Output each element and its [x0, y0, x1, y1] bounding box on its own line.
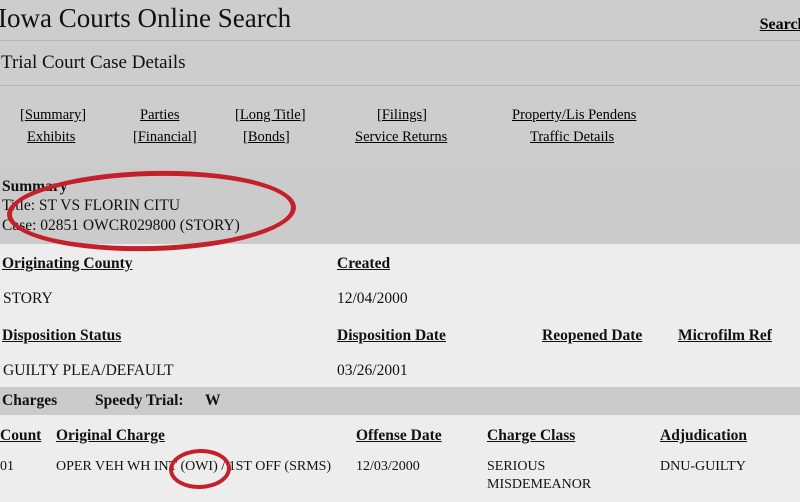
microfilm-ref-header: Microfilm Ref: [678, 327, 772, 344]
site-title: Iowa Courts Online Search: [0, 3, 292, 33]
cell-offense-date: 12/03/2000: [356, 459, 420, 474]
cell-original-charge: OPER VEH WH INT (OWI) / 1ST OFF (SRMS): [56, 459, 332, 474]
speedy-trial-value: W: [205, 392, 221, 409]
charges-table: Count Original Charge Offense Date Charg…: [0, 415, 800, 502]
originating-county-header: Originating County: [2, 255, 133, 272]
nav-item-bonds[interactable]: [Bonds]: [243, 127, 290, 147]
nav-item-parties[interactable]: Parties: [140, 105, 179, 125]
site-header: Iowa Courts Online Search Search R: [0, 0, 800, 41]
case-details-page: Iowa Courts Online Search Search R Trial…: [0, 0, 800, 502]
col-header-adjudication: Adjudication: [660, 427, 747, 444]
cell-charge-class-line2: MISDEMEANOR: [487, 477, 592, 492]
disposition-status-header: Disposition Status: [2, 327, 122, 344]
charges-label: Charges: [2, 392, 58, 409]
charges-section-header: Charges Speedy Trial: W: [0, 387, 800, 415]
cell-adjudication: DNU-GUILTY: [660, 459, 746, 474]
created-value: 12/04/2000: [337, 290, 408, 307]
summary-case-row: Case: 02851 OWCR029800 (STORY): [2, 217, 240, 234]
speedy-trial-label: Speedy Trial:: [95, 392, 184, 409]
cell-count: 01: [0, 459, 14, 474]
nav-item-summary[interactable]: [Summary]: [20, 105, 86, 125]
nav-item-exhibits[interactable]: Exhibits: [27, 127, 75, 147]
search-results-link[interactable]: Search R: [760, 16, 800, 34]
summary-heading: Summary: [2, 178, 68, 195]
nav-item-financial[interactable]: [Financial]: [133, 127, 197, 147]
section-nav-row-2: Exhibits [Financial] [Bonds] Service Ret…: [0, 127, 800, 149]
nav-item-service-returns[interactable]: Service Returns: [355, 127, 447, 147]
cell-charge-class-line1: SERIOUS: [487, 459, 546, 474]
nav-item-filings[interactable]: [Filings]: [377, 105, 427, 125]
disposition-section: Disposition Status Disposition Date Reop…: [0, 316, 800, 387]
section-nav-row-1: [Summary] Parties [Long Title] [Filings]…: [0, 105, 800, 127]
disposition-status-value: GUILTY PLEA/DEFAULT: [3, 362, 174, 379]
disposition-date-header: Disposition Date: [337, 327, 446, 344]
section-nav: [Summary] Parties [Long Title] [Filings]…: [0, 87, 800, 160]
col-header-count: Count: [0, 427, 42, 444]
col-header-charge-class: Charge Class: [487, 427, 576, 444]
created-header: Created: [337, 255, 391, 272]
summary-title-row: Title: ST VS FLORIN CITU: [2, 197, 181, 214]
summary-section: Summary Title: ST VS FLORIN CITU Case: 0…: [0, 168, 800, 244]
col-header-original-charge: Original Charge: [56, 427, 165, 444]
nav-item-property-lis-pendens[interactable]: Property/Lis Pendens: [512, 105, 636, 125]
disposition-date-value: 03/26/2001: [337, 362, 408, 379]
page-title: Trial Court Case Details: [1, 52, 186, 73]
nav-item-traffic-details[interactable]: Traffic Details: [530, 127, 614, 147]
col-header-offense-date: Offense Date: [356, 427, 442, 444]
reopened-date-header: Reopened Date: [542, 327, 643, 344]
nav-item-long-title[interactable]: [Long Title]: [235, 105, 306, 125]
page-subheader: Trial Court Case Details: [0, 42, 800, 86]
originating-county-section: Originating County Created STORY 12/04/2…: [0, 244, 800, 316]
originating-county-value: STORY: [3, 290, 53, 307]
